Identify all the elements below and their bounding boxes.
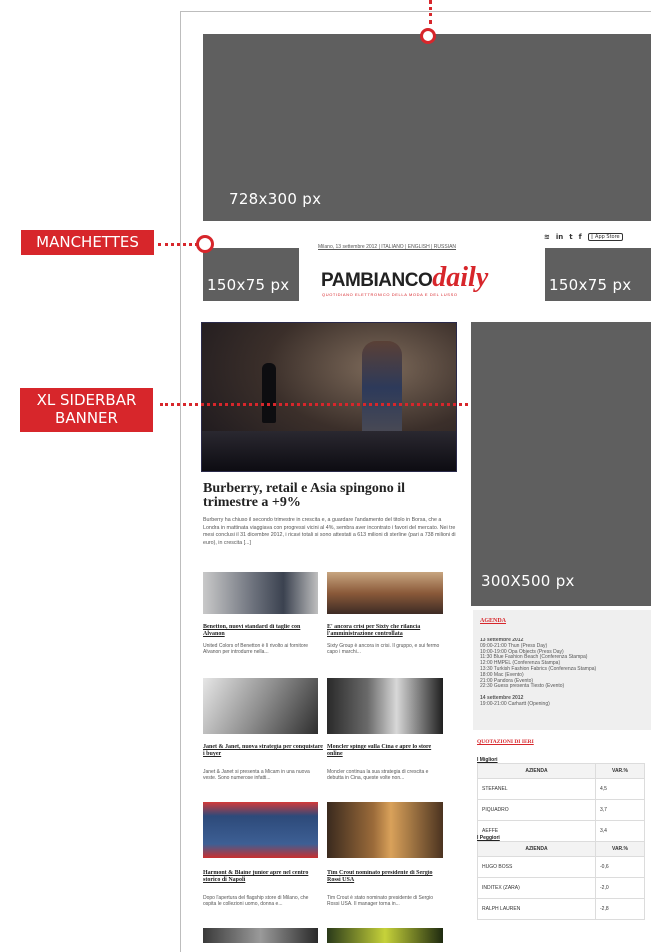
article-excerpt-3: Janet & Janet si presenta a Micam in una… (203, 769, 310, 781)
linkedin-icon[interactable]: in (556, 233, 563, 241)
lead-article-body: Burberry ha chiuso il secondo trimestre … (203, 517, 456, 546)
article-thumb-5[interactable] (203, 802, 318, 858)
article-excerpt-1: United Colors of Benetton è lì rivolto a… (203, 643, 309, 655)
article-title-2[interactable]: E' ancora crisi per Sixty che rilancia l… (327, 624, 445, 638)
article-thumb-6[interactable] (327, 802, 443, 858)
xl-sidebar-callout: XL SIDERBAR BANNER (20, 388, 153, 432)
logo-main: PAMBIANCO (321, 270, 433, 291)
manchettes-callout-line (158, 243, 198, 246)
agenda-box: AGENDA 13 settembre 2012 09:00-21:00 Thu… (473, 610, 651, 730)
manchette-right[interactable]: 150x75 px (545, 248, 651, 301)
var-cell: 4,5 (595, 778, 645, 800)
quotes-worst-table: AZIENDA VAR.% HUGO BOSS -0,6 INDITEX (ZAR… (477, 841, 645, 920)
var-cell: -2,8 (595, 898, 645, 920)
sidebar-banner-size-label: 300X500 px (481, 572, 575, 590)
article-excerpt-5: Dopo l'apertura del flagship store di Mi… (203, 895, 309, 907)
article-excerpt-2: Sixty Group è ancora in crisi. Il gruppo… (327, 643, 440, 655)
table-header-row: AZIENDA VAR.% (477, 763, 645, 779)
article-thumb-8[interactable] (327, 928, 443, 943)
article-thumb-1[interactable] (203, 572, 318, 614)
company-cell: STEFANEL (477, 778, 596, 800)
leaderboard-marker (420, 28, 436, 44)
manchettes-callout: MANCHETTES (21, 230, 154, 255)
table-row: STEFANEL 4,5 (477, 778, 645, 800)
agenda-list: 13 settembre 2012 09:00-21:00 Thun (Pres… (480, 638, 650, 708)
top-callout-line (429, 0, 432, 24)
article-thumb-7[interactable] (203, 928, 318, 943)
agenda-line: 19:00-21:00 Carhartt (Opening) (480, 700, 550, 707)
col-company: AZIENDA (477, 841, 596, 857)
var-cell: -2,0 (595, 877, 645, 899)
site-logo[interactable]: PAMBIANCOdaily (321, 262, 531, 293)
dateline: Milano, 13 settembre 2012 | ITALIANO | E… (318, 244, 457, 250)
leaderboard-banner[interactable]: 728x300 px (203, 34, 651, 221)
article-title-5[interactable]: Harmont & Blaine junior apre nel centro … (203, 870, 323, 884)
audience-row (202, 431, 456, 471)
manchettes-marker (196, 235, 214, 253)
xl-sidebar-callout-line (160, 403, 510, 406)
app-store-badge[interactable]: ▯ App Store (587, 233, 623, 241)
agenda-heading: AGENDA (480, 618, 507, 624)
article-thumb-2[interactable] (327, 572, 443, 614)
company-cell: RALPH LAUREN (477, 898, 596, 920)
logo-tagline: QUOTIDIANO ELETTRONICO DELLA MODA E DEL … (322, 292, 458, 297)
rss-icon[interactable]: ≋ (544, 233, 550, 241)
social-bar: ≋ in t f ▯ App Store (544, 231, 651, 243)
article-thumb-4[interactable] (327, 678, 443, 734)
twitter-icon[interactable]: t (569, 233, 572, 241)
col-var: VAR.% (595, 763, 645, 779)
article-thumb-3[interactable] (203, 678, 318, 734)
article-title-1[interactable]: Benetton, nuovi standard di taglie con A… (203, 624, 321, 638)
var-cell: 3,7 (595, 799, 645, 821)
quotes-best-table: AZIENDA VAR.% STEFANEL 4,5 PIQUADRO 3,7 AE… (477, 763, 645, 842)
manchette-right-size-label: 150x75 px (549, 276, 632, 294)
col-company: AZIENDA (477, 763, 596, 779)
manchette-left[interactable]: 150x75 px (203, 248, 299, 301)
model-silhouette-left (262, 363, 276, 423)
table-header-row: AZIENDA VAR.% (477, 841, 645, 857)
model-silhouette-center (362, 341, 402, 435)
lead-article-image[interactable] (201, 322, 457, 472)
article-title-4[interactable]: Moncler spinge sulla Cina e apre lo stor… (327, 744, 445, 758)
company-cell: HUGO BOSS (477, 856, 596, 878)
table-row: PIQUADRO 3,7 (477, 799, 645, 821)
company-cell: INDITEX (ZARA) (477, 877, 596, 899)
lead-article-title[interactable]: Burberry, retail e Asia spingono il trim… (203, 482, 458, 510)
col-var: VAR.% (595, 841, 645, 857)
table-row: AEFFE 3,4 (477, 820, 645, 842)
manchette-left-size-label: 150x75 px (207, 276, 290, 294)
article-excerpt-4: Moncler continua la sua strategia di cre… (327, 769, 429, 781)
article-title-3[interactable]: Janet & Janet, nuova strategia per conqu… (203, 744, 323, 758)
app-store-label: App Store (595, 234, 620, 240)
article-excerpt-6: Tim Crout è stato nominato presidente di… (327, 895, 433, 907)
table-row: HUGO BOSS -0,6 (477, 856, 645, 878)
apple-icon: ▯ (590, 234, 594, 240)
logo-script: daily (432, 262, 489, 293)
table-row: RALPH LAUREN -2,8 (477, 898, 645, 920)
company-cell: PIQUADRO (477, 799, 596, 821)
sidebar-xl-banner[interactable]: 300X500 px (471, 322, 651, 606)
table-row: INDITEX (ZARA) -2,0 (477, 877, 645, 899)
var-cell: -0,6 (595, 856, 645, 878)
article-title-6[interactable]: Tim Crout nominato presidente di Sergio … (327, 870, 445, 884)
leaderboard-size-label: 728x300 px (229, 190, 322, 208)
facebook-icon[interactable]: f (579, 233, 582, 241)
quotes-heading: QUOTAZIONI DI IERI (477, 739, 534, 745)
var-cell: 3,4 (595, 820, 645, 842)
